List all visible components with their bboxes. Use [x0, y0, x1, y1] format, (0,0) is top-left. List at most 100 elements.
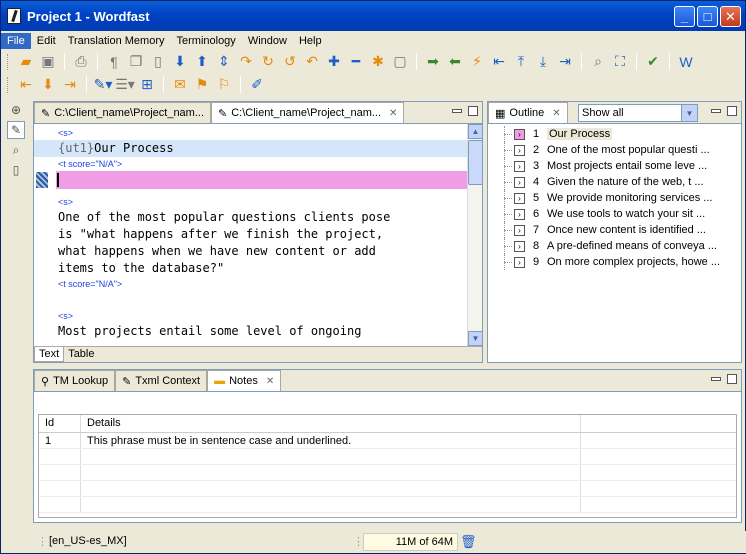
merge-icon[interactable]: ⚐ — [214, 75, 234, 95]
source-segment[interactable]: {ut1}Our Process — [34, 140, 467, 157]
list-item[interactable]: › 5 We provide monitoring services ... — [488, 190, 741, 206]
scroll-up-icon[interactable]: ▲ — [468, 124, 483, 139]
format-icon[interactable]: ☰▾ — [115, 75, 135, 95]
menu-window[interactable]: Window — [242, 33, 293, 49]
lightning-icon[interactable]: ↺ — [280, 52, 300, 72]
previous-icon[interactable]: ⬅ — [445, 52, 465, 72]
list-item[interactable]: › 3 Most projects entail some leve ... — [488, 158, 741, 174]
editor-mode-tabs: Text Table — [34, 346, 482, 362]
maximize-button[interactable]: □ — [697, 6, 718, 27]
list-item[interactable]: › 1 Our Process — [488, 126, 741, 142]
commit-icon[interactable]: ↷ — [236, 52, 256, 72]
minimize-view-icon[interactable] — [711, 109, 721, 113]
copy-source-icon[interactable]: ❐ — [126, 52, 146, 72]
arrow-up-icon[interactable]: ⬆ — [192, 52, 212, 72]
flag-icon[interactable]: ⚑ — [192, 75, 212, 95]
tab-text[interactable]: Text — [34, 347, 65, 362]
next-icon[interactable]: ➡ — [423, 52, 443, 72]
list-item[interactable]: › 9 On more complex projects, howe ... — [488, 254, 741, 270]
maximize-view-icon[interactable] — [727, 374, 737, 384]
close-button[interactable]: ✕ — [720, 6, 741, 27]
tab-table[interactable]: Table — [64, 347, 98, 362]
menu-file[interactable]: File — [1, 32, 31, 49]
notes-icon: ▬ — [214, 375, 226, 387]
pilcrow-icon[interactable]: ¶ — [104, 52, 124, 72]
commit-next-icon[interactable]: ↻ — [258, 52, 278, 72]
menu-terminology[interactable]: Terminology — [171, 33, 242, 49]
segment-icon: › — [514, 256, 525, 268]
close-tab-icon[interactable]: ✕ — [266, 376, 274, 387]
last-segment-icon[interactable]: ⇥ — [60, 75, 80, 95]
tab-outline[interactable]: ▦ Outline ✕ — [488, 102, 568, 123]
list-item[interactable]: › 2 One of the most popular questi ... — [488, 142, 741, 158]
undo-icon[interactable]: ↶ — [302, 52, 322, 72]
list-item[interactable]: › 4 Given the nature of the web, t ... — [488, 174, 741, 190]
plus-icon[interactable]: ✚ — [324, 52, 344, 72]
first-segment-icon[interactable]: ⇤ — [16, 75, 36, 95]
menu-translation-memory[interactable]: Translation Memory — [62, 33, 171, 49]
list-item[interactable]: › 6 We use tools to watch your sit ... — [488, 206, 741, 222]
new-view-icon[interactable]: ⊕ — [7, 101, 25, 119]
note-icon[interactable]: ✉ — [170, 75, 190, 95]
down-segment-icon[interactable]: ⬇ — [38, 75, 58, 95]
editor-view-icon[interactable]: ✎ — [7, 121, 25, 139]
item-number: 2 — [533, 144, 540, 156]
minimize-view-icon[interactable] — [711, 377, 721, 381]
check-icon[interactable]: ✐ — [247, 75, 267, 95]
spellcheck-icon[interactable]: ✔ — [643, 52, 663, 72]
concordance-icon[interactable]: ⌕ — [588, 52, 608, 72]
active-segment-marker — [36, 172, 48, 188]
word-icon[interactable]: W — [676, 52, 696, 72]
target-segment-input[interactable] — [56, 171, 467, 189]
outline-panel: ▦ Outline ✕ Show all ▼ › 1 Our Process › 2 O… — [487, 101, 742, 363]
item-number: 1 — [533, 128, 540, 140]
tab-label: TM Lookup — [53, 375, 109, 387]
close-tab-icon[interactable]: ✕ — [389, 108, 397, 119]
scroll-thumb[interactable] — [468, 140, 483, 185]
arrow-bottom-icon[interactable]: ⤓ — [533, 52, 553, 72]
column-header-details[interactable]: Details — [81, 415, 581, 432]
maximize-view-icon[interactable] — [727, 106, 737, 116]
expand-icon[interactable]: ⇕ — [214, 52, 234, 72]
clear-icon[interactable]: ▢ — [390, 52, 410, 72]
print-icon[interactable]: ⎙ — [71, 52, 91, 72]
segment-icon: › — [514, 144, 525, 156]
trash-icon[interactable]: 🗑 — [460, 534, 477, 550]
editor-text-area[interactable]: <s> {ut1}Our Process <t score="N/A"> <s>… — [34, 124, 467, 346]
cell-id: 1 — [39, 433, 81, 448]
column-header-id[interactable]: Id — [39, 415, 81, 432]
database-view-icon[interactable]: ▯ — [7, 161, 25, 179]
fit-icon[interactable]: ⛶ — [610, 52, 630, 72]
tab-txml-context[interactable]: ✎ Txml Context — [115, 370, 208, 391]
minus-icon[interactable]: ━ — [346, 52, 366, 72]
menu-help[interactable]: Help — [293, 33, 328, 49]
scroll-down-icon[interactable]: ▼ — [468, 331, 483, 346]
tab-document-1[interactable]: ✎ C:\Client_name\Project_nam... — [34, 102, 212, 123]
arrow-right-icon[interactable]: ⇥ — [555, 52, 575, 72]
table-row[interactable]: 1 This phrase must be in sentence case a… — [39, 433, 736, 449]
arrow-down-icon[interactable]: ⬇ — [170, 52, 190, 72]
arrow-left-icon[interactable]: ⇤ — [489, 52, 509, 72]
flash-icon[interactable]: ⚡ — [467, 52, 487, 72]
open-segment-icon[interactable]: ▯ — [148, 52, 168, 72]
open-folder-icon[interactable]: ▰ — [16, 52, 36, 72]
split-icon[interactable]: ⊞ — [137, 75, 157, 95]
list-item[interactable]: › 8 A pre-defined means of conveya ... — [488, 238, 741, 254]
editor-scrollbar[interactable]: ▲ ▼ — [467, 124, 483, 346]
tab-notes[interactable]: ▬ Notes ✕ — [207, 370, 282, 391]
minimize-button[interactable]: _ — [674, 6, 695, 27]
outline-filter-select[interactable]: Show all ▼ — [578, 104, 698, 122]
save-icon[interactable]: ▣ — [38, 52, 58, 72]
search-view-icon[interactable]: ⌕ — [7, 141, 25, 159]
item-label: Given the nature of the web, t ... — [547, 176, 704, 188]
minimize-view-icon[interactable] — [452, 109, 462, 113]
maximize-view-icon[interactable] — [468, 106, 478, 116]
edit-icon[interactable]: ✎▾ — [93, 75, 113, 95]
list-item[interactable]: › 7 Once new content is identified ... — [488, 222, 741, 238]
close-tab-icon[interactable]: ✕ — [552, 108, 560, 119]
tab-document-2[interactable]: ✎ C:\Client_name\Project_nam... ✕ — [211, 102, 405, 123]
tab-tm-lookup[interactable]: ⚲ TM Lookup — [34, 370, 116, 391]
menu-edit[interactable]: Edit — [31, 33, 62, 49]
asterisk-icon[interactable]: ✱ — [368, 52, 388, 72]
arrow-top-icon[interactable]: ⤒ — [511, 52, 531, 72]
